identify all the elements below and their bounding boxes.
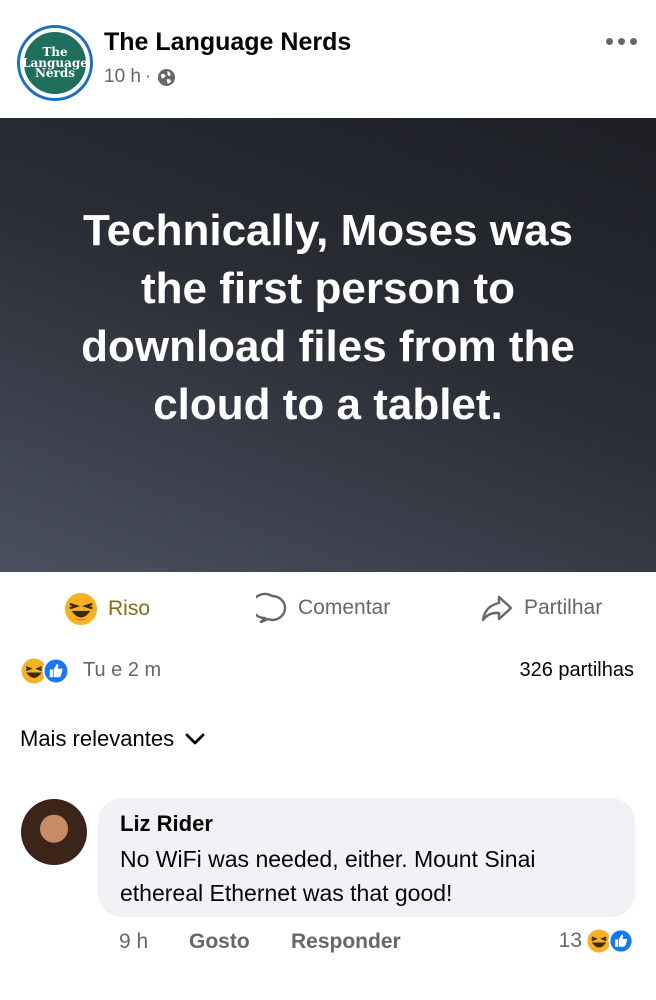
comment-label: Comentar: [298, 596, 391, 619]
post-time[interactable]: 10 h: [104, 66, 141, 88]
comment-reaction-count: 13: [558, 929, 582, 952]
more-options-icon[interactable]: [606, 34, 640, 48]
globe-icon: [158, 68, 176, 86]
commenter-avatar[interactable]: [21, 799, 87, 865]
comment-reactions[interactable]: 13: [559, 928, 634, 954]
page-avatar[interactable]: The Language Nerds: [20, 28, 90, 98]
sort-label: Mais relevantes: [20, 726, 175, 751]
comment-author[interactable]: Liz Rider: [120, 810, 613, 838]
post-action-bar: Riso Comentar Partilhar: [0, 584, 656, 636]
reaction-label: Riso: [108, 597, 151, 620]
avatar-text-line-3: Nerds: [34, 66, 76, 81]
shares-count[interactable]: 326 partilhas: [519, 659, 634, 682]
comment-footer: 9 h Gosto Responder 13: [0, 928, 656, 960]
laugh-emoji-icon: [64, 592, 98, 626]
like-icon: [42, 657, 70, 685]
post-meta: 10 h ·: [104, 66, 176, 88]
page-name[interactable]: The Language Nerds: [104, 28, 351, 57]
comment-reply-button[interactable]: Responder: [291, 930, 401, 954]
share-button[interactable]: Partilhar: [480, 592, 602, 624]
reaction-summary-icons[interactable]: [20, 655, 70, 687]
chevron-down-icon: [185, 733, 205, 745]
post-image-text: Technically, Moses was the first person …: [81, 205, 575, 429]
like-icon: [608, 928, 634, 954]
post-stats: Tu e 2 m 326 partilhas: [0, 655, 656, 687]
comment-icon: [256, 592, 287, 624]
share-label: Partilhar: [524, 596, 603, 619]
post-header: The Language Nerds The Language Nerds 10…: [0, 0, 656, 118]
comment-button[interactable]: Comentar: [256, 592, 390, 624]
comment-like-button[interactable]: Gosto: [189, 930, 250, 954]
reaction-button[interactable]: Riso: [64, 592, 150, 626]
meta-separator: ·: [144, 66, 152, 87]
comment-time: 9 h: [119, 930, 149, 953]
reactions-summary-text[interactable]: Tu e 2 m: [83, 659, 161, 682]
comment-text: No WiFi was needed, either. Mount Sinai …: [120, 846, 536, 906]
share-icon: [481, 595, 513, 622]
comment-sort-dropdown[interactable]: Mais relevantes: [20, 726, 206, 752]
post-image[interactable]: Technically, Moses was the first person …: [0, 118, 656, 572]
comment-bubble: Liz Rider No WiFi was needed, either. Mo…: [98, 798, 635, 917]
